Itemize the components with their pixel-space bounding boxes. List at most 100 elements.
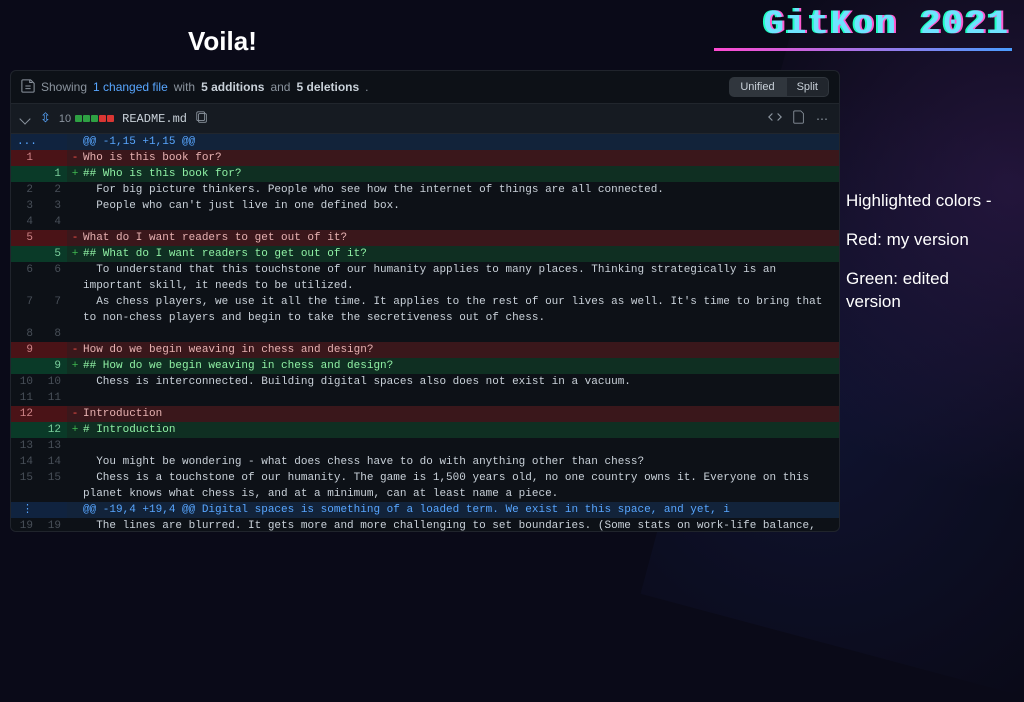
- line-number-new: [39, 406, 67, 422]
- gutter: [67, 518, 83, 532]
- line-number-old: [11, 422, 39, 438]
- gutter: [67, 390, 83, 406]
- line-text: What do I want readers to get out of it?: [83, 230, 839, 246]
- diff-line: 4 4: [11, 214, 839, 230]
- line-number-new: 4: [39, 214, 67, 230]
- line-text: Chess is interconnected. Building digita…: [83, 374, 839, 390]
- event-logo-rule: [714, 48, 1012, 51]
- line-number-old: [11, 166, 39, 182]
- hunk-header: ⋮ @@ -19,4 +19,4 @@ Digital spaces is so…: [11, 502, 839, 518]
- file-header: ⇳ 10 README.md: [11, 103, 839, 134]
- line-number-new: 14: [39, 454, 67, 470]
- expand-hunk-icon[interactable]: ⋮: [11, 502, 39, 518]
- gutter-minus: -: [67, 230, 83, 246]
- line-number-old: 2: [11, 182, 39, 198]
- line-number-old: 11: [11, 390, 39, 406]
- line-number-new: 3: [39, 198, 67, 214]
- line-number-new: 6: [39, 262, 67, 294]
- line-number-new: [39, 230, 67, 246]
- line-number-new: 10: [39, 374, 67, 390]
- added-text: ## Who is this book for?: [83, 168, 241, 180]
- line-number-old: 7: [11, 294, 39, 326]
- line-text: ## What do I want readers to get out of …: [83, 246, 839, 262]
- line-text: You might be wondering - what does chess…: [83, 454, 839, 470]
- line-number-new: [39, 134, 67, 150]
- line-number-old: 6: [11, 262, 39, 294]
- diffstat-count: 10: [59, 113, 71, 125]
- line-text: Who is this book for?: [83, 150, 839, 166]
- diff-line: 15 15 Chess is a touchstone of our human…: [11, 470, 839, 502]
- gutter: [67, 502, 83, 518]
- line-number-old: 13: [11, 438, 39, 454]
- chevron-down-icon[interactable]: [19, 113, 30, 124]
- line-text: ## How do we begin weaving in chess and …: [83, 358, 839, 374]
- diff-line: 6 6 To understand that this touchstone o…: [11, 262, 839, 294]
- line-number-old: 5: [11, 230, 39, 246]
- line-number-old: 9: [11, 342, 39, 358]
- hunk-header: ... @@ -1,15 +1,15 @@: [11, 134, 839, 150]
- diff-line: 11 11: [11, 390, 839, 406]
- changed-files-link[interactable]: 1 changed file: [93, 80, 168, 94]
- line-number-old: [11, 358, 39, 374]
- diff-panel: Showing 1 changed file with 5 additions …: [10, 70, 840, 532]
- line-text: [83, 326, 839, 342]
- line-text: As chess players, we use it all the time…: [83, 294, 839, 326]
- expand-all-icon[interactable]: ⇳: [40, 111, 51, 126]
- line-number-new: 13: [39, 438, 67, 454]
- line-text: For big picture thinkers. People who see…: [83, 182, 839, 198]
- line-number-old: [11, 246, 39, 262]
- diffstat-add-square: [83, 115, 90, 122]
- legend-heading: Highlighted colors -: [846, 190, 1006, 213]
- gutter-minus: -: [67, 150, 83, 166]
- hunk-text: @@ -1,15 +1,15 @@: [83, 134, 839, 150]
- diff-line: 9 - How do we begin weaving in chess and…: [11, 342, 839, 358]
- gutter: [67, 134, 83, 150]
- gutter: [67, 454, 83, 470]
- diffstat-add-square: [75, 115, 82, 122]
- expand-hunk-icon[interactable]: ...: [11, 134, 39, 150]
- line-number-new: 7: [39, 294, 67, 326]
- file-name[interactable]: README.md: [122, 112, 187, 126]
- line-number-old: 10: [11, 374, 39, 390]
- kebab-icon[interactable]: ⋯: [816, 112, 829, 126]
- diff-line: 8 8: [11, 326, 839, 342]
- unified-button[interactable]: Unified: [729, 77, 785, 97]
- gutter: [67, 438, 83, 454]
- line-number-new: 12: [39, 422, 67, 438]
- line-text: To understand that this touchstone of ou…: [83, 262, 839, 294]
- diff-line: 9 + ## How do we begin weaving in chess …: [11, 358, 839, 374]
- file-diff-icon: [21, 79, 35, 96]
- added-text: ## What do I want readers to get out of …: [83, 248, 367, 260]
- added-text: ## How do we begin weaving in chess and …: [83, 360, 393, 372]
- summary-additions: 5 additions: [201, 80, 264, 94]
- copy-icon[interactable]: [195, 110, 209, 127]
- slide-title: Voila!: [188, 26, 257, 57]
- line-number-old: 8: [11, 326, 39, 342]
- line-text: How do we begin weaving in chess and des…: [83, 342, 839, 358]
- line-text: Introduction: [83, 406, 839, 422]
- code-icon[interactable]: [768, 110, 782, 127]
- line-text: # Introduction: [83, 422, 839, 438]
- line-number-new: [39, 150, 67, 166]
- diff-line: 12 - Introduction: [11, 406, 839, 422]
- split-button[interactable]: Split: [786, 77, 829, 97]
- hunk-text: @@ -19,4 +19,4 @@ Digital spaces is some…: [83, 502, 839, 518]
- line-number-new: 2: [39, 182, 67, 198]
- gutter: [67, 182, 83, 198]
- line-number-new: 19: [39, 518, 67, 532]
- gutter-plus: +: [67, 358, 83, 374]
- line-text: [83, 438, 839, 454]
- line-number-old: 12: [11, 406, 39, 422]
- summary-deletions: 5 deletions: [296, 80, 359, 94]
- line-number-new: 9: [39, 358, 67, 374]
- gutter: [67, 470, 83, 502]
- diff-line: 19 19 The lines are blurred. It gets mor…: [11, 518, 839, 532]
- diff-line: 1 + ## Who is this book for?: [11, 166, 839, 182]
- line-text: [83, 214, 839, 230]
- diffstat: 10: [59, 113, 114, 125]
- file-icon[interactable]: [792, 110, 806, 127]
- diff-line: 7 7 As chess players, we use it all the …: [11, 294, 839, 326]
- gutter-plus: +: [67, 246, 83, 262]
- diff-line: 12 + # Introduction: [11, 422, 839, 438]
- line-number-new: 1: [39, 166, 67, 182]
